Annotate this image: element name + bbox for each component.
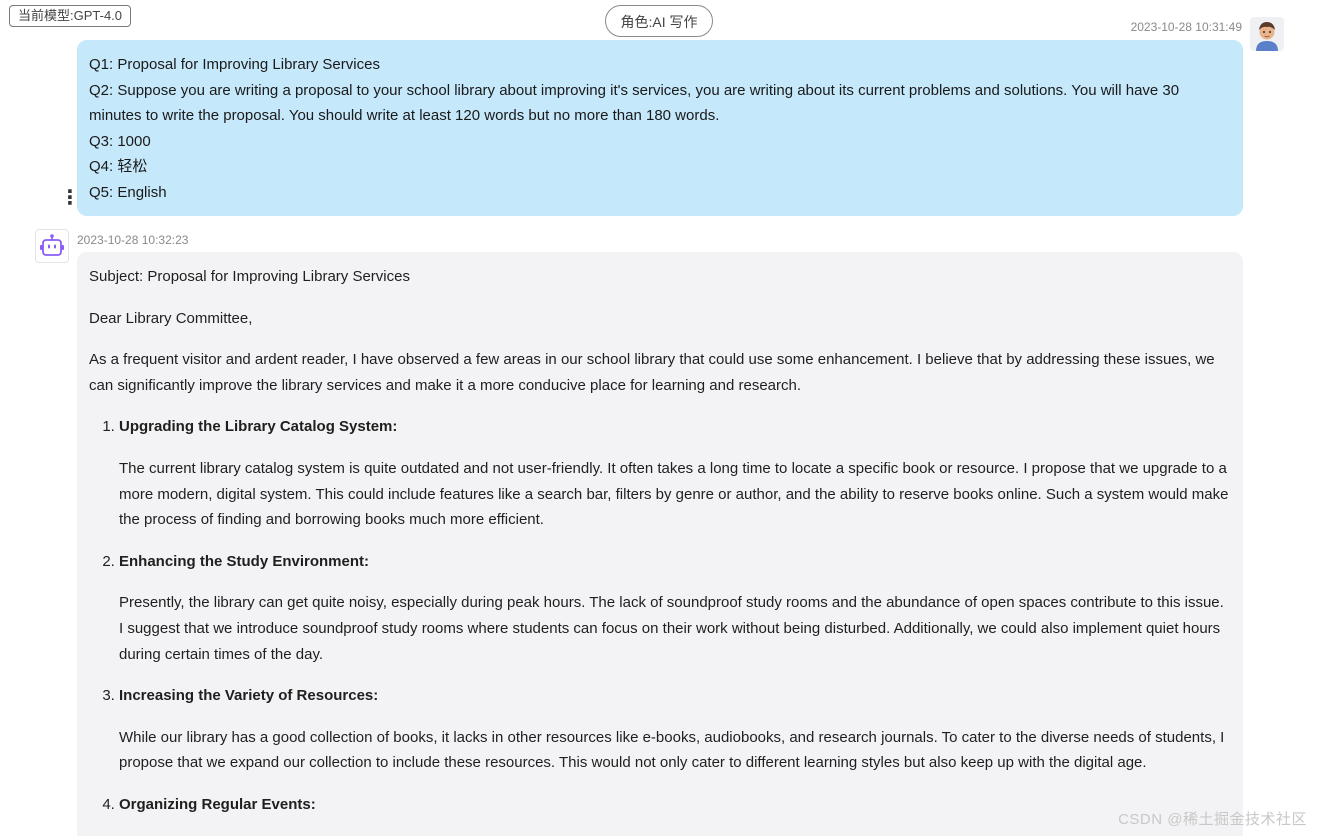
- model-badge[interactable]: 当前模型:GPT-4.0: [9, 5, 132, 27]
- bot-avatar: [35, 229, 69, 263]
- watermark: CSDN @稀土掘金技术社区: [1118, 811, 1307, 828]
- robot-icon: [40, 234, 64, 256]
- user-message-line-1: Q1: Proposal for Improving Library Servi…: [89, 56, 380, 73]
- bot-subject: Subject: Proposal for Improving Library …: [89, 268, 410, 285]
- proposal-item: Organizing Regular Events:: [119, 792, 1231, 818]
- user-message-line-3: Q3: 1000: [89, 132, 151, 150]
- proposal-item-body: Presently, the library can get quite noi…: [119, 594, 1224, 663]
- proposal-item-title: Increasing the Variety of Resources:: [119, 687, 379, 705]
- role-selector-button[interactable]: 角色:AI 写作: [605, 5, 713, 37]
- user-message-line-2: Q2: Suppose you are writing a proposal t…: [89, 81, 1180, 125]
- proposal-item: Increasing the Variety of Resources: Whi…: [119, 683, 1231, 776]
- user-message-timestamp: 2023-10-28 10:31:49: [1130, 20, 1242, 34]
- bot-message-timestamp: 2023-10-28 10:32:23: [77, 233, 189, 247]
- user-message-line-4: Q4: 轻松: [89, 158, 148, 176]
- user-message-bubble: Q1: Proposal for Improving Library Servi…: [77, 40, 1243, 216]
- bot-message-bubble: Subject: Proposal for Improving Library …: [77, 252, 1243, 836]
- proposal-list: Upgrading the Library Catalog System: Th…: [89, 414, 1231, 817]
- proposal-item-title: Organizing Regular Events:: [119, 795, 316, 813]
- proposal-item-title: Enhancing the Study Environment:: [119, 552, 370, 570]
- proposal-item: Upgrading the Library Catalog System: Th…: [119, 414, 1231, 532]
- user-avatar-icon: [1250, 17, 1284, 51]
- user-avatar: [1250, 17, 1284, 51]
- more-vertical-icon[interactable]: ⋮: [60, 187, 80, 209]
- bot-greeting: Dear Library Committee,: [89, 309, 253, 327]
- proposal-item-body: The current library catalog system is qu…: [119, 459, 1229, 529]
- chat-page: 当前模型:GPT-4.0 角色:AI 写作 2023-10-28 10:31:4…: [0, 0, 1321, 836]
- proposal-item-title: Upgrading the Library Catalog System:: [119, 418, 398, 436]
- bot-intro: As a frequent visitor and ardent reader,…: [89, 351, 1215, 394]
- user-message-line-5: Q5: English: [89, 183, 167, 201]
- proposal-item: Enhancing the Study Environment: Present…: [119, 549, 1231, 667]
- proposal-item-body: While our library has a good collection …: [119, 728, 1225, 772]
